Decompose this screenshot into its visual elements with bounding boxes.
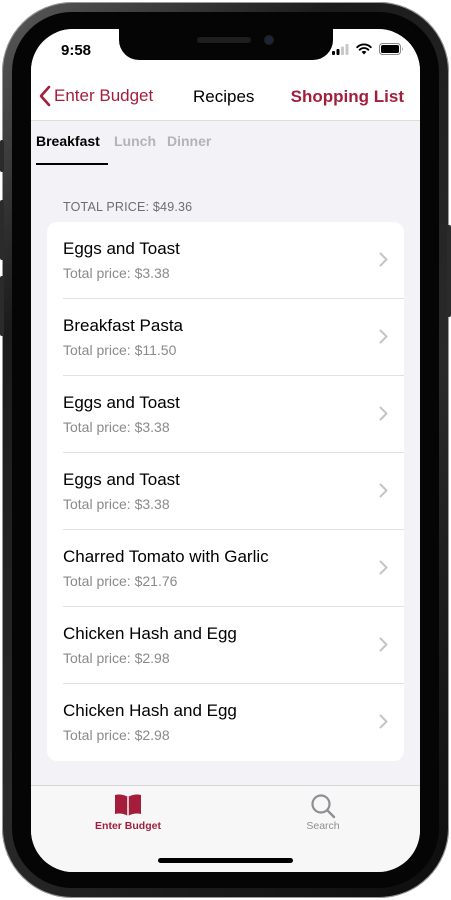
chevron-right-icon xyxy=(379,714,388,729)
status-bar: 9:58 xyxy=(31,29,420,75)
battery-icon xyxy=(379,43,403,55)
active-tab-indicator xyxy=(36,163,108,165)
volume-up-button xyxy=(0,200,4,260)
wifi-icon xyxy=(356,43,372,55)
chevron-right-icon xyxy=(379,483,388,498)
recipe-title: Eggs and Toast xyxy=(63,239,180,258)
tab-lunch[interactable]: Lunch xyxy=(114,133,156,149)
chevron-right-icon xyxy=(379,406,388,421)
status-time: 9:58 xyxy=(61,42,92,59)
recipe-price: Total price: $11.50 xyxy=(63,342,177,358)
volume-down-button xyxy=(0,276,4,336)
meal-tabs: Breakfast Lunch Dinner xyxy=(31,120,420,165)
recipe-price: Total price: $21.76 xyxy=(63,573,178,589)
page-title: Recipes xyxy=(193,87,255,106)
recipe-title: Charred Tomato with Garlic xyxy=(63,547,269,566)
recipe-title: Chicken Hash and Egg xyxy=(63,624,237,643)
tab-breakfast[interactable]: Breakfast xyxy=(36,133,100,149)
navigation-bar: Enter Budget Recipes Shopping List xyxy=(31,75,420,120)
recipe-price: Total price: $3.38 xyxy=(63,496,170,512)
chevron-right-icon xyxy=(379,560,388,575)
status-icons xyxy=(332,43,404,55)
recipe-title: Eggs and Toast xyxy=(63,393,180,412)
recipe-list: Eggs and Toast Total price: $3.38 Breakf… xyxy=(47,222,404,761)
mute-switch xyxy=(0,140,4,172)
shopping-list-button[interactable]: Shopping List xyxy=(291,87,404,107)
power-button xyxy=(447,225,451,317)
recipe-row[interactable]: Chicken Hash and Egg Total price: $2.98 xyxy=(47,684,404,761)
home-indicator xyxy=(158,858,293,863)
back-button[interactable]: Enter Budget xyxy=(39,85,153,107)
signal-icon xyxy=(332,43,349,55)
recipe-title: Eggs and Toast xyxy=(63,470,180,489)
chevron-left-icon xyxy=(39,85,51,107)
speaker-grille xyxy=(197,37,251,43)
tab-dinner[interactable]: Dinner xyxy=(167,133,211,149)
search-icon xyxy=(311,794,336,819)
recipe-price: Total price: $2.98 xyxy=(63,727,170,743)
phone-screen: 9:58 Enter Budget Recipes Shopping List … xyxy=(31,29,420,872)
recipe-row[interactable]: Charred Tomato with Garlic Total price: … xyxy=(47,530,404,607)
recipe-row[interactable]: Chicken Hash and Egg Total price: $2.98 xyxy=(47,607,404,684)
recipe-title: Chicken Hash and Egg xyxy=(63,701,237,720)
recipe-price: Total price: $2.98 xyxy=(63,650,170,666)
recipe-price: Total price: $3.38 xyxy=(63,265,170,281)
recipe-row[interactable]: Breakfast Pasta Total price: $11.50 xyxy=(47,299,404,376)
front-camera xyxy=(264,35,274,45)
tabbar-label: Enter Budget xyxy=(95,820,161,832)
recipe-price: Total price: $3.38 xyxy=(63,419,170,435)
chevron-right-icon xyxy=(379,252,388,267)
total-price-header: TOTAL PRICE: $49.36 xyxy=(63,200,193,214)
recipe-title: Breakfast Pasta xyxy=(63,316,184,335)
tabbar-item-search[interactable]: Search xyxy=(293,793,353,832)
book-icon xyxy=(115,794,141,816)
tabbar-label: Search xyxy=(306,820,340,832)
tabbar-item-enter-budget[interactable]: Enter Budget xyxy=(91,793,165,832)
chevron-right-icon xyxy=(379,637,388,652)
recipe-row[interactable]: Eggs and Toast Total price: $3.38 xyxy=(47,453,404,530)
back-button-label: Enter Budget xyxy=(54,86,154,105)
recipe-row[interactable]: Eggs and Toast Total price: $3.38 xyxy=(47,376,404,453)
recipe-row[interactable]: Eggs and Toast Total price: $3.38 xyxy=(47,222,404,299)
chevron-right-icon xyxy=(379,329,388,344)
notch xyxy=(119,29,333,60)
